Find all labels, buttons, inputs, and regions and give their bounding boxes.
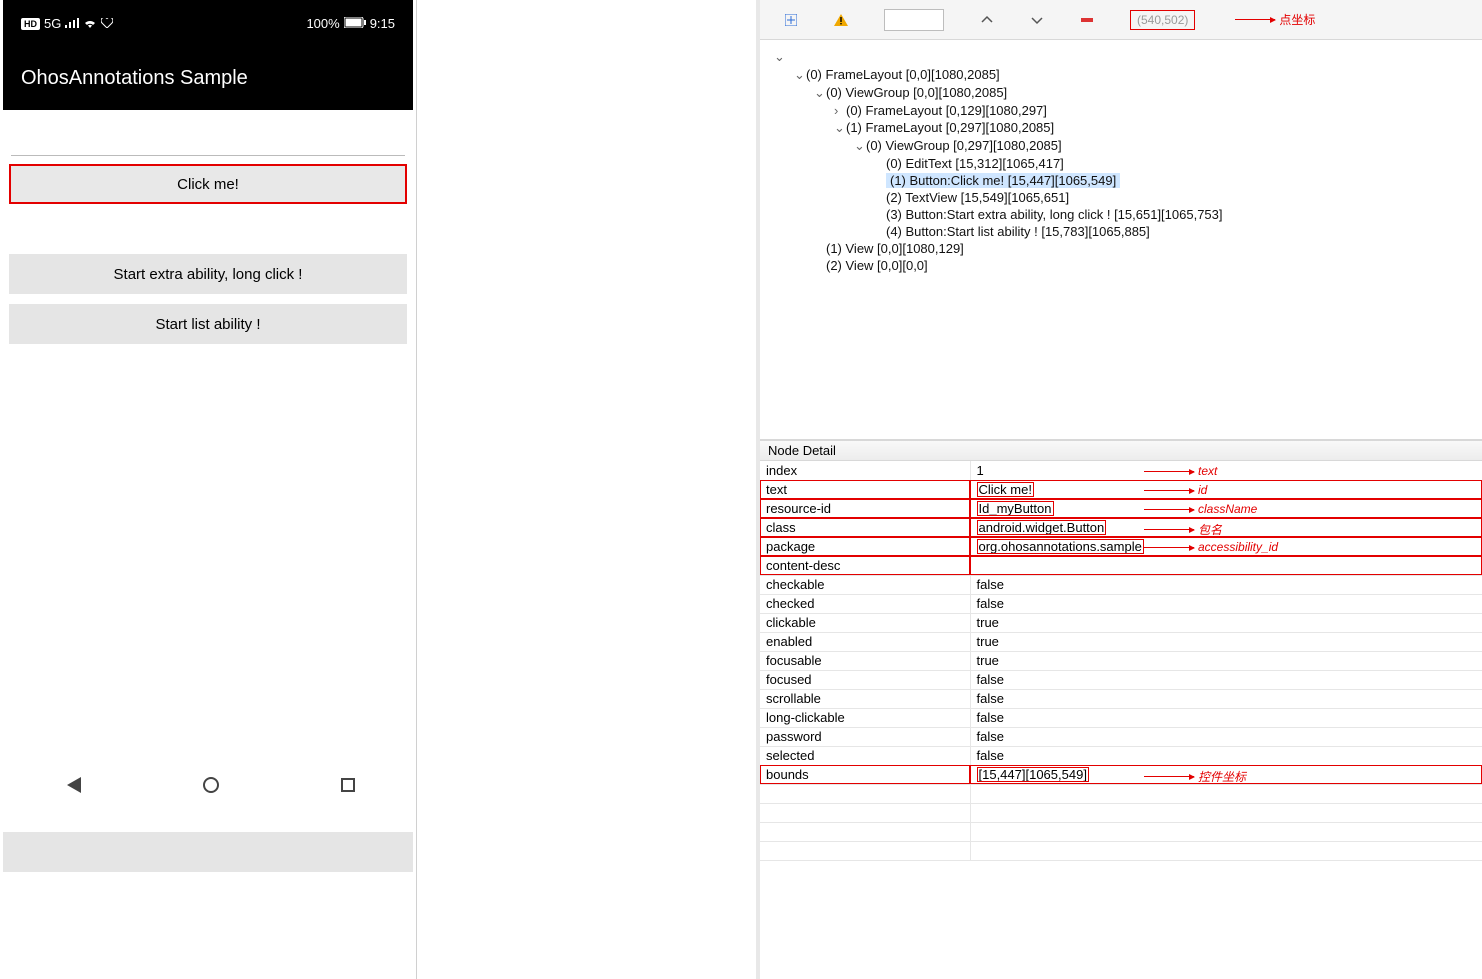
tree-node[interactable]: (3) Button:Start extra ability, long cli… bbox=[886, 207, 1223, 222]
detail-key: focused bbox=[760, 670, 970, 689]
start-extra-ability-button[interactable]: Start extra ability, long click ! bbox=[9, 254, 407, 294]
tree-node[interactable]: (0) FrameLayout [0,129][1080,297] bbox=[846, 103, 1047, 118]
detail-key: index bbox=[760, 461, 970, 480]
detail-key: checked bbox=[760, 594, 970, 613]
detail-value bbox=[970, 784, 1482, 803]
detail-key: text bbox=[760, 480, 970, 499]
node-detail-table: index1textClick me!resource-idId_myButto… bbox=[760, 461, 1482, 861]
detail-key: checkable bbox=[760, 575, 970, 594]
click-me-button[interactable]: Click me! bbox=[9, 164, 407, 204]
battery-icon bbox=[344, 16, 366, 31]
detail-value: false bbox=[970, 746, 1482, 765]
detail-key: long-clickable bbox=[760, 708, 970, 727]
phone-status-bar: HD 5G 100% 9:15 bbox=[3, 0, 413, 47]
tree-node[interactable]: (2) TextView [15,549][1065,651] bbox=[886, 190, 1069, 205]
detail-value bbox=[970, 841, 1482, 860]
nav-recents-icon[interactable] bbox=[341, 778, 355, 792]
battery-percent: 100% bbox=[306, 16, 339, 31]
detail-value: true bbox=[970, 613, 1482, 632]
tree-node-selected[interactable]: (1) Button:Click me! [15,447][1065,549] bbox=[886, 173, 1120, 188]
search-input[interactable] bbox=[884, 9, 944, 31]
detail-key bbox=[760, 803, 970, 822]
detail-key bbox=[760, 822, 970, 841]
clock: 9:15 bbox=[370, 16, 395, 31]
detail-key: clickable bbox=[760, 613, 970, 632]
detail-value: Click me! bbox=[970, 480, 1482, 499]
detail-key: password bbox=[760, 727, 970, 746]
detail-key bbox=[760, 841, 970, 860]
detail-value: false bbox=[970, 689, 1482, 708]
tree-node[interactable]: (4) Button:Start list ability ! [15,783]… bbox=[886, 224, 1150, 239]
detail-key: focusable bbox=[760, 651, 970, 670]
app-title: OhosAnnotations Sample bbox=[21, 67, 248, 90]
detail-value: false bbox=[970, 575, 1482, 594]
remove-icon[interactable] bbox=[1080, 13, 1094, 27]
heart-icon bbox=[101, 16, 113, 31]
annotation-class: className bbox=[1140, 502, 1257, 516]
detail-value: true bbox=[970, 651, 1482, 670]
tree-node[interactable]: (2) View [0,0][0,0] bbox=[826, 258, 928, 273]
network-indicator: 5G bbox=[44, 16, 61, 31]
detail-value bbox=[970, 556, 1482, 575]
coord-display: (540,502) bbox=[1130, 10, 1195, 30]
warning-icon[interactable] bbox=[834, 13, 848, 27]
hierarchy-tree[interactable]: ⌄ ⌄(0) FrameLayout [0,0][1080,2085] ⌄(0)… bbox=[760, 40, 1482, 440]
detail-value: false bbox=[970, 708, 1482, 727]
detail-key: bounds bbox=[760, 765, 970, 784]
phone-content: Click me! Start extra ability, long clic… bbox=[3, 110, 413, 832]
hd-icon: HD bbox=[21, 18, 40, 30]
detail-value bbox=[970, 803, 1482, 822]
detail-value: false bbox=[970, 727, 1482, 746]
detail-value: true bbox=[970, 632, 1482, 651]
tree-node[interactable]: (1) View [0,0][1080,129] bbox=[826, 241, 964, 256]
nav-back-icon[interactable] bbox=[67, 777, 81, 793]
annotation-bounds: 控件坐标 bbox=[1140, 768, 1246, 785]
node-detail-section: Node Detail index1textClick me!resource-… bbox=[760, 440, 1482, 861]
annotation-content: accessibility_id bbox=[1140, 540, 1278, 554]
detail-value: false bbox=[970, 670, 1482, 689]
signal-icon bbox=[65, 16, 79, 31]
inspector-panel: (540,502) 点坐标 ⌄ ⌄(0) FrameLayout [0,0][1… bbox=[760, 0, 1482, 979]
detail-key: resource-id bbox=[760, 499, 970, 518]
wifi-icon bbox=[83, 16, 97, 31]
node-detail-header: Node Detail bbox=[760, 440, 1482, 461]
tree-node[interactable]: (0) FrameLayout [0,0][1080,2085] bbox=[806, 67, 1000, 82]
tree-node[interactable]: (0) ViewGroup [0,297][1080,2085] bbox=[866, 138, 1062, 153]
start-list-ability-button[interactable]: Start list ability ! bbox=[9, 304, 407, 344]
detail-key bbox=[760, 784, 970, 803]
edit-text-field[interactable] bbox=[11, 116, 405, 156]
detail-key: selected bbox=[760, 746, 970, 765]
nav-home-icon[interactable] bbox=[203, 777, 219, 793]
phone-screen: HD 5G 100% 9:15 OhosAn bbox=[3, 0, 413, 872]
prev-match-icon[interactable] bbox=[980, 13, 994, 27]
detail-value: 1 bbox=[970, 461, 1482, 480]
detail-key: enabled bbox=[760, 632, 970, 651]
tree-node[interactable]: (0) ViewGroup [0,0][1080,2085] bbox=[826, 85, 1007, 100]
detail-key: package bbox=[760, 537, 970, 556]
detail-value bbox=[970, 822, 1482, 841]
phone-nav-bar bbox=[6, 765, 416, 805]
tree-node[interactable]: (0) EditText [15,312][1065,417] bbox=[886, 156, 1064, 171]
coord-annotation: 点坐标 bbox=[1231, 11, 1315, 28]
expand-icon[interactable] bbox=[784, 13, 798, 27]
detail-key: scrollable bbox=[760, 689, 970, 708]
detail-key: content-desc bbox=[760, 556, 970, 575]
app-title-bar: OhosAnnotations Sample bbox=[3, 47, 413, 110]
inspector-toolbar: (540,502) 点坐标 bbox=[760, 0, 1482, 40]
detail-key: class bbox=[760, 518, 970, 537]
detail-value: false bbox=[970, 594, 1482, 613]
phone-preview-panel: HD 5G 100% 9:15 OhosAn bbox=[0, 0, 417, 979]
tree-node[interactable]: (1) FrameLayout [0,297][1080,2085] bbox=[846, 120, 1054, 135]
textview-placeholder bbox=[9, 214, 407, 254]
annotation-package: 包名 bbox=[1140, 521, 1222, 538]
detail-value: android.widget.Button bbox=[970, 518, 1482, 537]
next-match-icon[interactable] bbox=[1030, 13, 1044, 27]
annotation-text: text bbox=[1140, 464, 1217, 478]
annotation-id: id bbox=[1140, 483, 1207, 497]
